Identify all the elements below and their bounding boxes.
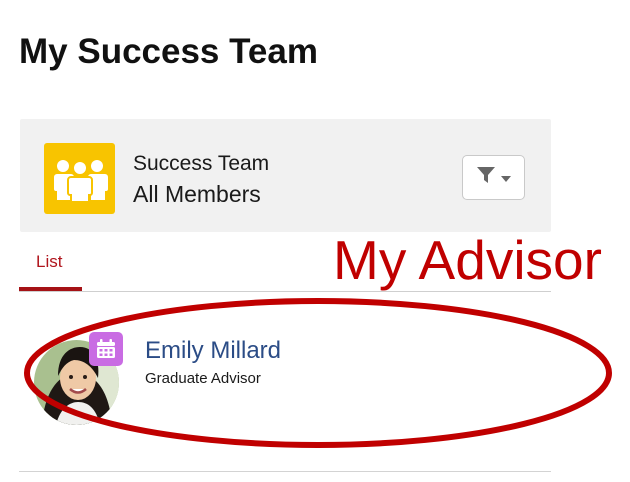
team-icon [44,143,115,214]
header-subtitle: All Members [133,181,261,207]
success-team-header: Success Team All Members [20,119,551,232]
header-title: Success Team [133,152,270,175]
member-role: Graduate Advisor [145,370,261,387]
header-text: Success Team All Members [133,148,269,210]
member-list-item[interactable]: Emily Millard Graduate Advisor [20,320,540,440]
member-name-link[interactable]: Emily Millard [145,337,281,365]
list-divider [19,471,551,472]
tabs-divider [19,291,551,292]
annotation-label: My Advisor [333,229,602,291]
chevron-down-icon [500,169,511,187]
filter-button[interactable] [462,155,525,200]
page: My Success Team Success Team All Members [0,0,630,482]
tab-list[interactable]: List [19,245,82,291]
filter-icon [476,166,495,189]
calendar-icon[interactable] [89,332,123,366]
page-title: My Success Team [19,32,318,71]
tab-list-label: List [36,252,63,271]
